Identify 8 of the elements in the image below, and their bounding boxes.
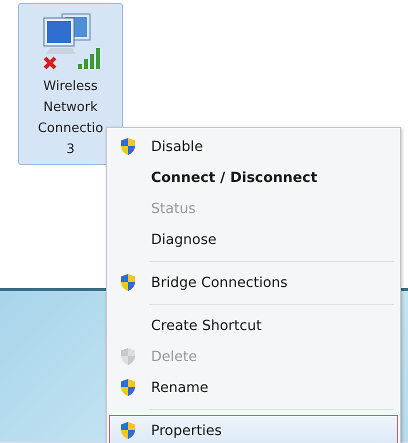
icon-label: Wireless Network Connectio 3 [38, 78, 104, 159]
menu-item[interactable]: Properties [109, 415, 398, 443]
menu-item[interactable]: Create Shortcut [109, 310, 398, 341]
desktop-icon[interactable]: Wireless Network Connectio 3 [18, 3, 123, 165]
menu-item[interactable]: Bridge Connections [109, 267, 398, 298]
menu-item[interactable]: Rename [109, 372, 398, 403]
menu-item[interactable]: Diagnose [109, 224, 398, 255]
menu-item[interactable]: Connect / Disconnect [109, 162, 398, 193]
